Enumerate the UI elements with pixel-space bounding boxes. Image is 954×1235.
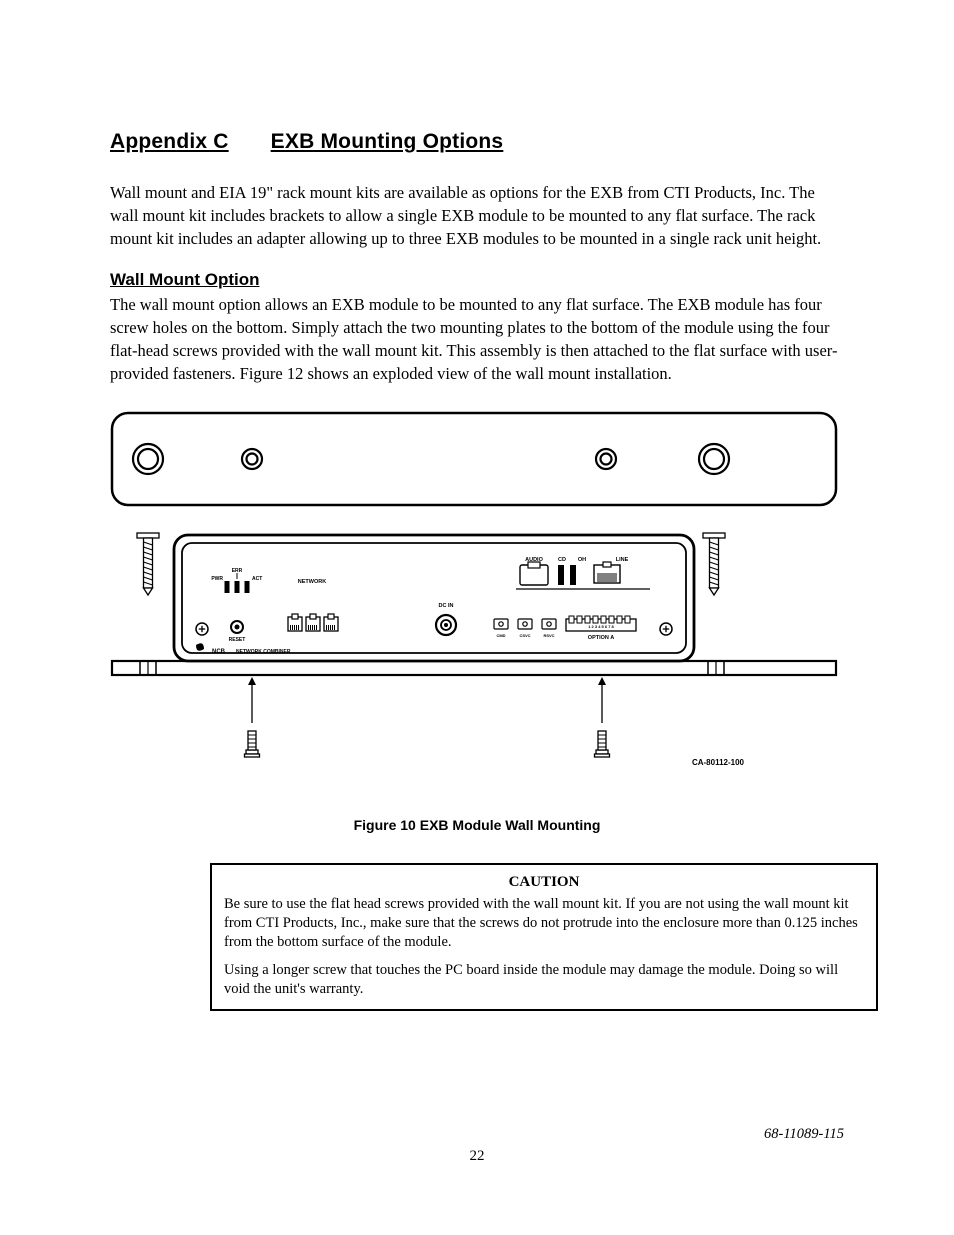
document-number: 68-11089-115 — [764, 1126, 844, 1143]
label-act: ACT — [252, 576, 262, 582]
appendix-title: EXB Mounting Options — [271, 130, 504, 153]
label-ncb: NCB — [212, 649, 226, 655]
label-cd: CD — [558, 557, 566, 563]
intro-paragraph: Wall mount and EIA 19" rack mount kits a… — [110, 182, 844, 250]
appendix-heading: Appendix C EXB Mounting Options — [110, 130, 844, 154]
page: Appendix C EXB Mounting Options Wall moun… — [0, 0, 954, 1235]
drawing-number: CA-80112-100 — [692, 758, 745, 767]
section-heading: Wall Mount Option — [110, 270, 844, 290]
caution-p1: Be sure to use the flat head screws prov… — [224, 895, 864, 952]
label-reset: RESET — [229, 637, 246, 643]
label-line: LINE — [616, 557, 629, 563]
label-csvc: CSVC — [519, 633, 530, 638]
label-option-a: OPTION A — [588, 635, 614, 641]
figure-diagram: ERR PWR ACT RESET NETWORK NCB NETWORK CO… — [104, 405, 844, 775]
label-ncb-full: NETWORK COMBINER — [236, 649, 291, 655]
caution-box: CAUTION Be sure to use the flat head scr… — [210, 863, 878, 1011]
page-number: 22 — [0, 1148, 954, 1165]
figure-caption: Figure 10 EXB Module Wall Mounting — [110, 817, 844, 833]
label-cmd: CMD — [496, 633, 505, 638]
label-dc-in: DC IN — [439, 603, 454, 609]
appendix-label: Appendix C — [110, 130, 229, 153]
footer: 22 68-11089-115 — [0, 1148, 954, 1165]
label-pwr: PWR — [211, 576, 223, 582]
section-paragraph: The wall mount option allows an EXB modu… — [110, 294, 844, 385]
label-oh: OH — [578, 557, 586, 563]
caution-p2: Using a longer screw that touches the PC… — [224, 961, 864, 999]
label-network: NETWORK — [298, 579, 326, 585]
label-rsvc: RSVC — [543, 633, 554, 638]
caution-title: CAUTION — [224, 873, 864, 893]
label-dip-nums: 1 2 3 4 5 6 7 8 — [588, 624, 614, 629]
